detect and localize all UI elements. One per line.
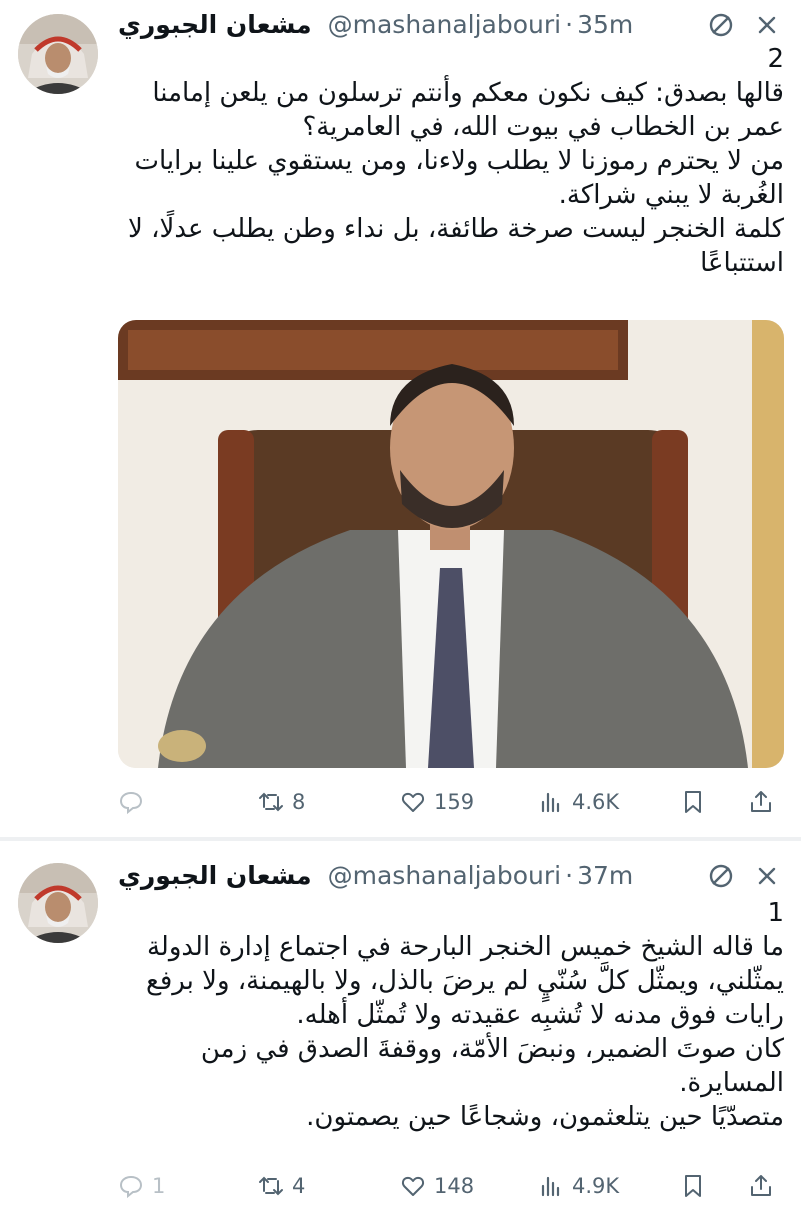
heart-icon <box>401 1176 425 1196</box>
share-button[interactable] <box>748 1166 782 1206</box>
reply-count: 1 <box>152 1174 166 1198</box>
tweet-photo[interactable] <box>118 320 784 768</box>
retweet-count: 8 <box>292 790 306 814</box>
bookmark-icon <box>685 1175 701 1197</box>
share-button[interactable] <box>748 782 782 822</box>
author-name[interactable]: مشعان الجبوري <box>118 861 312 890</box>
separator-dot: · <box>565 860 574 890</box>
tweet-card[interactable]: مشعان الجبوري @mashanaljabouri · 35m 2 ق… <box>0 0 801 838</box>
share-icon <box>751 1175 771 1196</box>
timestamp[interactable]: 37m <box>577 861 633 890</box>
more-icon[interactable] <box>752 10 782 40</box>
separator-dot: · <box>565 9 574 39</box>
tweet-paragraph: كان صوتَ الضمير، ونبضَ الأمّة، ووقفةَ ال… <box>200 1034 784 1098</box>
tweet-paragraph: ما قاله الشيخ خميس الخنجر البارحة في اجت… <box>146 932 784 1030</box>
tweet-actions: 1 4 148 4.9K <box>118 1166 784 1206</box>
author-handle[interactable]: @mashanaljabouri <box>328 10 561 39</box>
tweet-paragraph: قالها بصدق: كيف نكون معكم وأنتم ترسلون م… <box>152 78 784 142</box>
like-button[interactable]: 148 <box>400 1166 474 1206</box>
reply-button[interactable]: 1 <box>118 1166 165 1206</box>
bookmark-button[interactable] <box>680 1166 714 1206</box>
thread-number: 2 <box>767 44 784 74</box>
like-count: 148 <box>434 1174 475 1198</box>
avatar[interactable] <box>18 863 98 943</box>
tweet-paragraph: كلمة الخنجر ليست صرخة طائفة، بل نداء وطن… <box>128 214 784 278</box>
retweet-button[interactable]: 4 <box>258 1166 305 1206</box>
retweet-count: 4 <box>292 1174 306 1198</box>
heart-icon <box>401 792 425 812</box>
tweet-text: 2 قالها بصدق: كيف نكون معكم وأنتم ترسلون… <box>118 42 784 280</box>
views-button[interactable]: 4.9K <box>538 1166 619 1206</box>
tweet-actions: 8 159 4.6K <box>118 782 784 822</box>
bookmark-icon <box>685 791 701 813</box>
views-count: 4.9K <box>572 1174 620 1198</box>
tweet-header: مشعان الجبوري @mashanaljabouri · 37m <box>118 857 633 893</box>
views-button[interactable]: 4.6K <box>538 782 619 822</box>
author-name[interactable]: مشعان الجبوري <box>118 10 312 39</box>
more-icon[interactable] <box>752 861 782 891</box>
thread-number: 1 <box>767 898 784 928</box>
tweet-header: مشعان الجبوري @mashanaljabouri · 35m <box>118 6 633 42</box>
retweet-icon <box>259 792 283 812</box>
bookmark-button[interactable] <box>680 782 714 822</box>
views-count: 4.6K <box>572 790 620 814</box>
reply-button[interactable] <box>118 782 152 822</box>
no-sign-icon[interactable] <box>706 10 736 40</box>
tweet-text: 1 ما قاله الشيخ خميس الخنجر البارحة في ا… <box>118 896 784 1134</box>
like-button[interactable]: 159 <box>400 782 474 822</box>
tweet-paragraph: من لا يحترم رموزنا لا يطلب ولاءنا، ومن ي… <box>134 146 784 210</box>
retweet-button[interactable]: 8 <box>258 782 305 822</box>
no-sign-icon[interactable] <box>706 861 736 891</box>
avatar[interactable] <box>18 14 98 94</box>
views-icon <box>541 1176 560 1197</box>
reply-icon <box>119 1175 143 1199</box>
share-icon <box>751 791 771 812</box>
views-icon <box>541 792 560 813</box>
timestamp[interactable]: 35m <box>577 10 633 39</box>
tweet-paragraph: متصدّيًا حين يتلعثمون، وشجاعًا حين يصمتو… <box>306 1102 784 1132</box>
retweet-icon <box>259 1176 283 1196</box>
reply-icon <box>119 791 143 815</box>
author-handle[interactable]: @mashanaljabouri <box>328 861 561 890</box>
like-count: 159 <box>434 790 475 814</box>
